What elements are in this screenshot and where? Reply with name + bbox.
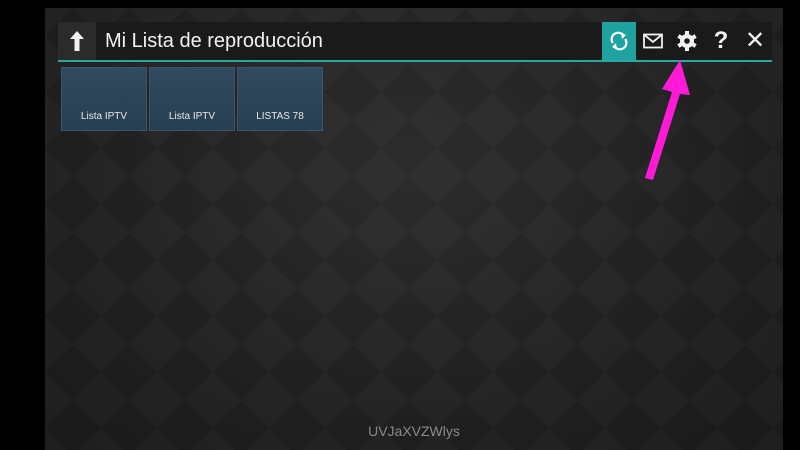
playlist-tile[interactable]: Lista IPTV (61, 67, 147, 131)
help-button[interactable]: ? (704, 22, 738, 60)
refresh-button[interactable] (602, 22, 636, 60)
playlist-tile-label: LISTAS 78 (256, 111, 304, 122)
gear-icon (677, 31, 697, 51)
envelope-icon (643, 33, 663, 49)
page-title: Mi Lista de reproducción (105, 30, 323, 52)
back-button[interactable] (58, 22, 96, 60)
header-bar: Mi Lista de reproducción ? ✕ (58, 22, 772, 62)
left-letterbox (0, 0, 45, 450)
toolbar: ? ✕ (602, 22, 772, 60)
playlist-tile-label: Lista IPTV (80, 111, 128, 122)
close-icon: ✕ (744, 27, 766, 54)
device-code: UVJaXVZWlys (368, 423, 460, 439)
close-button[interactable]: ✕ (738, 22, 772, 60)
app-window: Mi Lista de reproducción ? ✕ Lista IPTV … (45, 8, 783, 450)
settings-button[interactable] (670, 22, 704, 60)
mail-button[interactable] (636, 22, 670, 60)
playlist-grid: Lista IPTV Lista IPTV LISTAS 78 (61, 67, 323, 131)
playlist-tile[interactable]: Lista IPTV (149, 67, 235, 131)
playlist-tile[interactable]: LISTAS 78 (237, 67, 323, 131)
right-letterbox (783, 0, 800, 450)
help-label: ? (713, 27, 729, 54)
arrow-up-icon (70, 31, 84, 51)
playlist-tile-label: Lista IPTV (168, 111, 216, 122)
refresh-icon (610, 31, 628, 51)
